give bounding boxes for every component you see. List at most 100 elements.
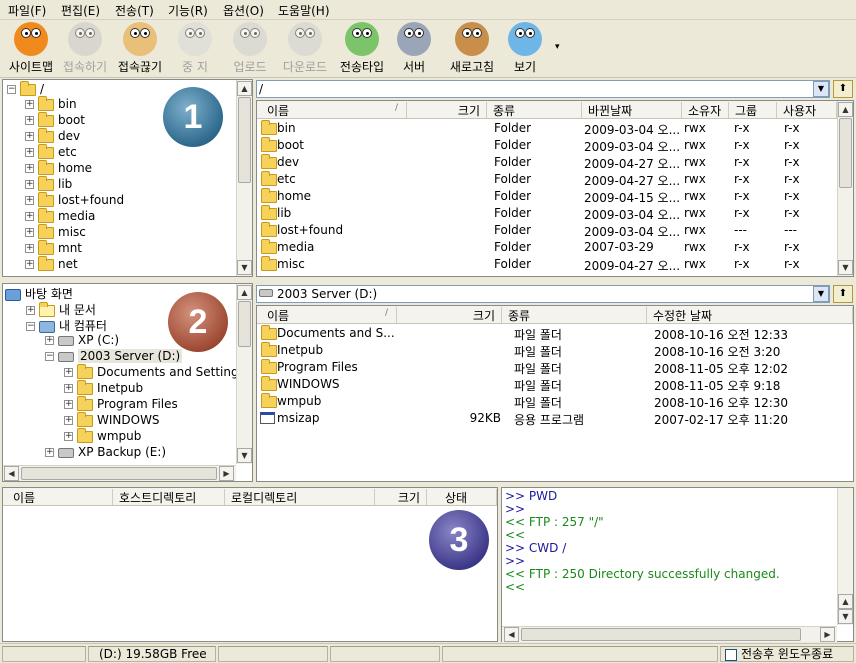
toolbar-refresh-button[interactable]: 새로고침 [442,22,502,76]
expand-icon[interactable]: + [25,260,34,269]
toolbar-download-button[interactable]: 다운로드 [276,22,334,76]
table-row[interactable]: Inetpub 파일 폴더 2008-10-16 오전 3:20 [257,342,853,359]
expand-icon[interactable]: + [25,116,34,125]
expand-icon[interactable]: + [25,100,34,109]
toolbar-server-button[interactable]: 서버 [394,22,434,76]
table-row[interactable]: bin Folder 2009-03-04 오... rwx r-x r-x [257,120,837,137]
expand-icon[interactable]: + [25,228,34,237]
toolbar-upload-button[interactable]: 업로드 [226,22,274,76]
menu-function[interactable]: 기능(R) [168,2,208,19]
menu-edit[interactable]: 편집(E) [61,2,100,19]
remote-tree-item[interactable]: + bin [25,95,77,113]
toolbar-sitemap-button[interactable]: 사이트맵 [4,22,58,76]
local-tree-item[interactable]: − 2003 Server (D:) [45,349,183,365]
expand-icon[interactable]: + [45,448,54,457]
local-up-folder-button[interactable]: ⬆ [833,285,853,303]
remote-tree-item[interactable]: + media [25,207,95,225]
toolbar-view-button[interactable]: 보기 [502,22,548,76]
table-row[interactable]: home Folder 2009-04-15 오... rwx r-x r-x [257,188,837,205]
scroll-left-icon[interactable]: ◀ [504,627,519,642]
col-modified[interactable]: 바뀐날짜 [582,102,682,118]
col-user[interactable]: 사용자 [777,102,837,118]
col-group[interactable]: 그룹 [729,102,777,118]
remote-tree-scrollbar[interactable]: ▲ ▼ [236,80,252,276]
local-tree-item[interactable]: + XP Backup (E:) [45,445,166,461]
toolbar-transfer-type-button[interactable]: 전송타입 [334,22,390,76]
local-tree-item[interactable]: + WINDOWS [64,411,160,429]
scroll-right-icon[interactable]: ▶ [219,466,234,481]
toolbar-stop-button[interactable]: 중 지 [170,22,220,76]
scroll-down-icon[interactable]: ▼ [838,609,853,624]
table-row[interactable]: Program Files 파일 폴더 2008-11-05 오후 12:02 [257,359,853,376]
local-tree-item[interactable]: + Documents and Settings [64,363,245,381]
scroll-thumb[interactable] [839,118,852,188]
scroll-down-icon[interactable]: ▼ [237,260,252,275]
local-tree-item[interactable]: 바탕 화면 [5,285,73,301]
menu-file[interactable]: 파일(F) [8,2,46,19]
local-tree-item[interactable]: + wmpub [64,427,141,445]
table-row[interactable]: WINDOWS 파일 폴더 2008-11-05 오후 9:18 [257,376,853,393]
remote-list-scrollbar[interactable]: ▲ ▼ [837,101,853,276]
local-tree-scrollbar[interactable]: ▲ ▼ [236,284,252,464]
table-row[interactable]: dev Folder 2009-04-27 오... rwx r-x r-x [257,154,837,171]
menu-options[interactable]: 옵션(O) [223,2,264,19]
expand-icon[interactable]: + [64,384,73,393]
scroll-left-icon[interactable]: ◀ [4,466,19,481]
collapse-icon[interactable]: − [45,352,54,361]
col-local-dir[interactable]: 로컬디렉토리 [225,489,375,505]
col-size[interactable]: 크기 [407,102,487,118]
expand-icon[interactable]: + [25,212,34,221]
table-row[interactable]: media Folder 2007-03-29 rwx r-x r-x [257,239,837,256]
remote-up-folder-button[interactable]: ⬆ [833,80,853,98]
col-name[interactable]: 이름 [257,102,407,118]
expand-icon[interactable]: + [25,148,34,157]
expand-icon[interactable]: + [26,306,35,315]
col-name[interactable]: 이름 [3,489,113,505]
log-hscrollbar[interactable]: ◀ ▶ [502,626,837,642]
scroll-down-icon[interactable]: ▼ [237,448,252,463]
scroll-down-icon[interactable]: ▼ [838,260,853,275]
remote-tree-item[interactable]: + misc [25,223,86,241]
col-name[interactable]: 이름 [257,307,397,323]
log-scrollbar[interactable]: ▲ ▼ [837,488,853,625]
col-owner[interactable]: 소유자 [682,102,729,118]
table-row[interactable]: boot Folder 2009-03-04 오... rwx r-x r-x [257,137,837,154]
scroll-thumb[interactable] [521,628,801,641]
local-tree-item[interactable]: + 내 문서 [26,301,96,317]
col-host-dir[interactable]: 호스트디렉토리 [113,489,225,505]
scroll-right-icon[interactable]: ▶ [820,627,835,642]
col-type[interactable]: 종류 [502,307,647,323]
expand-icon[interactable]: + [64,368,73,377]
remote-path-field[interactable]: / [256,80,830,98]
collapse-icon[interactable]: − [26,322,35,331]
expand-icon[interactable]: + [25,180,34,189]
remote-path-dropdown-icon[interactable]: ▼ [813,81,829,97]
expand-icon[interactable]: + [45,336,54,345]
remote-tree-item[interactable]: + boot [25,111,85,129]
expand-icon[interactable]: + [64,416,73,425]
col-type[interactable]: 종류 [487,102,582,118]
remote-tree-item[interactable]: + home [25,159,92,177]
table-row[interactable]: wmpub 파일 폴더 2008-10-16 오후 12:30 [257,393,853,410]
menu-transfer[interactable]: 전송(T) [115,2,154,19]
expand-icon[interactable]: + [25,244,34,253]
scroll-up-icon[interactable]: ▲ [237,81,252,96]
scroll-thumb[interactable] [21,467,217,480]
col-modified[interactable]: 수정한 날짜 [647,307,853,323]
table-row[interactable]: lost+found Folder 2009-03-04 오... rwx --- --- [257,222,837,239]
shutdown-checkbox[interactable] [725,648,737,661]
expand-icon[interactable]: + [64,400,73,409]
toolbar-disconnect-button[interactable]: 접속끊기 [112,22,168,76]
table-row[interactable]: misc Folder 2009-04-27 오... rwx r-x r-x [257,256,837,273]
scroll-up-icon[interactable]: ▲ [237,285,252,300]
remote-tree-item[interactable]: + net [25,255,78,273]
scroll-up-icon[interactable]: ▲ [838,102,853,117]
local-tree-item[interactable]: + Program Files [64,395,178,413]
toolbar-overflow-icon[interactable]: ▾ [555,42,560,52]
scroll-up-icon[interactable]: ▲ [838,594,853,609]
remote-tree-item[interactable]: + lost+found [25,191,124,209]
table-row[interactable]: Documents and S... 파일 폴더 2008-10-16 오전 12:… [257,325,853,342]
table-row[interactable]: msizap 92KB 응용 프로그램 2007-02-17 오후 11:20 [257,410,853,427]
expand-icon[interactable]: + [64,432,73,441]
collapse-icon[interactable]: − [7,85,16,94]
